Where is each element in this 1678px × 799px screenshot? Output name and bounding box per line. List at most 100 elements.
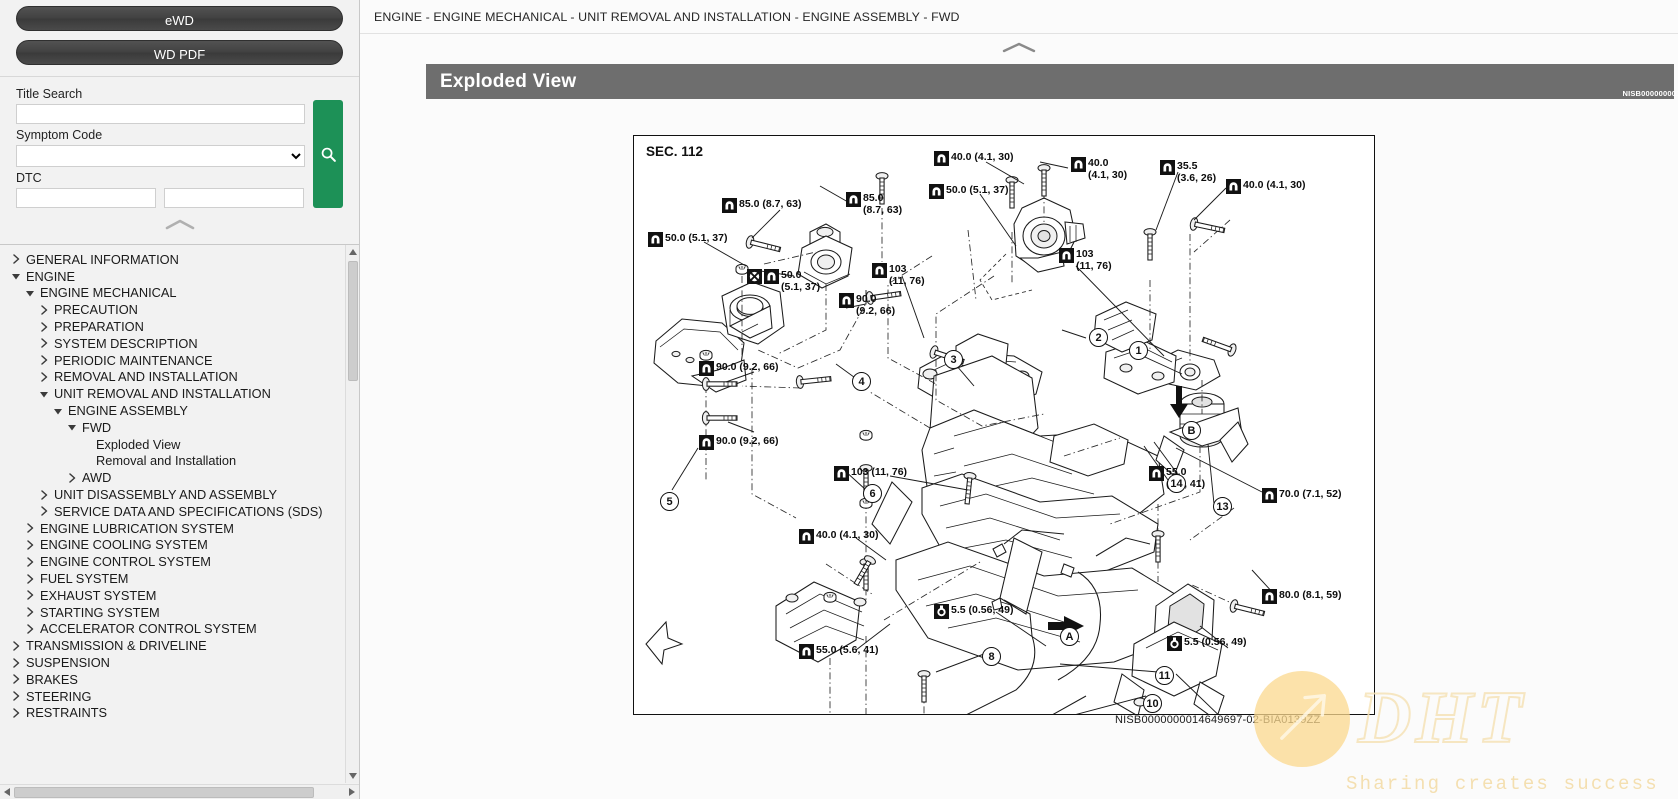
- tree-item-label: FWD: [82, 419, 112, 435]
- torque-value: 5.5 (0.56, 49): [951, 604, 1014, 616]
- tree-vertical-scrollbar[interactable]: [345, 245, 359, 783]
- scroll-up-button[interactable]: [346, 245, 359, 259]
- tree-item[interactable]: ENGINE MECHANICAL: [0, 285, 345, 302]
- part-number-marker: 14: [1167, 474, 1186, 493]
- caret-down-icon: [349, 773, 357, 779]
- search-button[interactable]: [313, 100, 343, 208]
- caret-right-icon[interactable]: [8, 657, 24, 668]
- caret-right-icon[interactable]: [36, 506, 52, 517]
- caret-right-icon[interactable]: [8, 674, 24, 685]
- caret-right-icon[interactable]: [8, 640, 24, 651]
- part-number-marker: 13: [1213, 497, 1232, 516]
- dtc-input-2[interactable]: [164, 188, 304, 208]
- torque-icon: [799, 644, 814, 659]
- caret-right-icon[interactable]: [36, 305, 52, 315]
- tree-item-label: ENGINE LUBRICATION SYSTEM: [40, 520, 234, 536]
- torque-callout: 80.0 (8.1, 59): [1262, 589, 1341, 604]
- caret-right-icon[interactable]: [22, 624, 38, 634]
- tree-item[interactable]: ENGINE COOLING SYSTEM: [0, 537, 345, 554]
- tree-horizontal-scrollbar[interactable]: [0, 784, 359, 799]
- tree-item[interactable]: FWD: [0, 419, 345, 436]
- symptom-code-select[interactable]: [16, 145, 305, 167]
- tree-item[interactable]: BRAKES: [0, 671, 345, 688]
- caret-right-icon[interactable]: [22, 590, 38, 601]
- tree-item[interactable]: STARTING SYSTEM: [0, 604, 345, 621]
- tree-item-label: STEERING: [26, 688, 92, 704]
- caret-right-icon[interactable]: [22, 573, 38, 584]
- tree-item[interactable]: SYSTEM DESCRIPTION: [0, 335, 345, 352]
- tree-item[interactable]: Removal and Installation: [0, 453, 345, 470]
- ewd-button[interactable]: eWD: [16, 6, 343, 31]
- caret-down-icon[interactable]: [36, 389, 52, 399]
- tree-item[interactable]: Exploded View: [0, 436, 345, 453]
- torque-value: 40.0 (4.1, 30): [816, 529, 879, 541]
- caret-right-icon: [349, 788, 355, 796]
- search-collapse-toggle[interactable]: [16, 218, 343, 240]
- scroll-down-button[interactable]: [346, 769, 359, 783]
- caret-down-icon[interactable]: [50, 406, 66, 416]
- large-direction-arrow: [645, 620, 684, 666]
- torque-callout: 50.0 (5.1, 37): [648, 232, 727, 247]
- caret-right-icon[interactable]: [36, 489, 52, 500]
- caret-right-icon[interactable]: [8, 708, 24, 718]
- tree-item[interactable]: PRECAUTION: [0, 301, 345, 318]
- tree-vertical-scroll-thumb[interactable]: [348, 261, 358, 381]
- caret-right-icon[interactable]: [36, 321, 52, 332]
- caret-down-icon[interactable]: [22, 288, 38, 298]
- tree-item[interactable]: ENGINE: [0, 268, 345, 285]
- navigation-tree: GENERAL INFORMATION ENGINE ENGINE MECHANIC…: [0, 251, 345, 783]
- tree-item[interactable]: REMOVAL AND INSTALLATION: [0, 369, 345, 386]
- tree-item[interactable]: UNIT DISASSEMBLY AND ASSEMBLY: [0, 486, 345, 503]
- tree-item[interactable]: UNIT REMOVAL AND INSTALLATION: [0, 385, 345, 402]
- torque-callout: 90.0 (9.2, 66): [699, 435, 778, 450]
- tree-item[interactable]: STEERING: [0, 688, 345, 705]
- scroll-right-button[interactable]: [345, 785, 359, 799]
- caret-right-icon[interactable]: [22, 607, 38, 617]
- tree-horizontal-scroll-thumb[interactable]: [14, 787, 314, 798]
- tree-item[interactable]: EXHAUST SYSTEM: [0, 587, 345, 604]
- tree-item[interactable]: TRANSMISSION & DRIVELINE: [0, 637, 345, 654]
- dtc-input-1[interactable]: [16, 188, 156, 208]
- caret-right-icon[interactable]: [64, 473, 80, 483]
- tree-item[interactable]: PREPARATION: [0, 318, 345, 335]
- torque-icon: [834, 466, 849, 481]
- caret-right-icon[interactable]: [36, 338, 52, 349]
- torque-value: 50.0 (5.1, 37): [781, 269, 821, 293]
- tree-item[interactable]: ENGINE LUBRICATION SYSTEM: [0, 520, 345, 537]
- torque-callout: 5.5 (0.56, 49): [1167, 636, 1246, 651]
- watermark-logo: DHT: [1357, 676, 1527, 760]
- caret-right-icon[interactable]: [22, 556, 38, 567]
- content-area: ENGINE - ENGINE MECHANICAL - UNIT REMOVA…: [360, 0, 1678, 799]
- caret-right-icon[interactable]: [8, 691, 24, 701]
- content-collapse-toggle[interactable]: [360, 34, 1678, 60]
- tree-item[interactable]: GENERAL INFORMATION: [0, 251, 345, 268]
- torque-value: 40.0 (4.1, 30): [951, 151, 1014, 163]
- title-search-input[interactable]: [16, 104, 305, 124]
- tree-item[interactable]: SERVICE DATA AND SPECIFICATIONS (SDS): [0, 503, 345, 520]
- caret-right-icon[interactable]: [36, 372, 52, 382]
- caret-right-icon[interactable]: [36, 355, 52, 365]
- torque-icon: [929, 184, 944, 199]
- tree-item[interactable]: ENGINE ASSEMBLY: [0, 402, 345, 419]
- caret-right-icon[interactable]: [22, 523, 38, 533]
- caret-down-icon[interactable]: [64, 422, 80, 432]
- torque-value: 50.0 (5.1, 37): [946, 184, 1009, 196]
- tree-item-label: REMOVAL AND INSTALLATION: [54, 369, 238, 385]
- tree-item[interactable]: SUSPENSION: [0, 654, 345, 671]
- scroll-left-button[interactable]: [0, 785, 14, 799]
- torque-value: 90.0 (9.2, 66): [856, 293, 896, 317]
- caret-up-icon: [349, 249, 357, 255]
- tree-item[interactable]: ENGINE CONTROL SYSTEM: [0, 553, 345, 570]
- caret-down-icon[interactable]: [8, 271, 24, 281]
- caret-right-icon[interactable]: [22, 540, 38, 550]
- tree-item[interactable]: PERIODIC MAINTENANCE: [0, 352, 345, 369]
- tree-item[interactable]: FUEL SYSTEM: [0, 570, 345, 587]
- wd-pdf-button[interactable]: WD PDF: [16, 40, 343, 65]
- tree-item[interactable]: RESTRAINTS: [0, 705, 345, 722]
- part-subframe: [871, 339, 1189, 671]
- tree-item[interactable]: ACCELERATOR CONTROL SYSTEM: [0, 621, 345, 638]
- torque-icon: [699, 435, 714, 450]
- tree-item-label: EXHAUST SYSTEM: [40, 587, 157, 603]
- caret-right-icon[interactable]: [8, 254, 24, 265]
- tree-item[interactable]: AWD: [0, 469, 345, 486]
